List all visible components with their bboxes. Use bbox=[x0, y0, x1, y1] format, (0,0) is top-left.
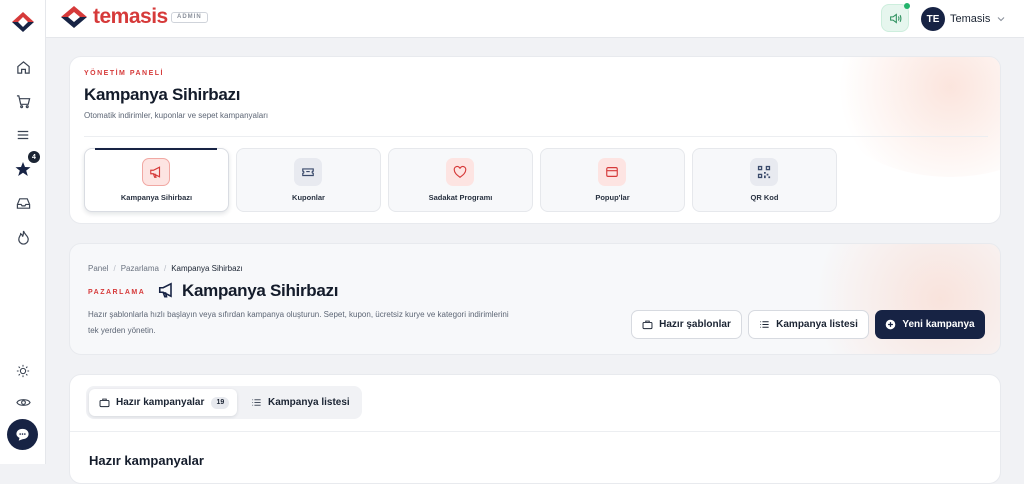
eye-icon[interactable] bbox=[13, 392, 33, 412]
hero-description: tek yerden yönetin. bbox=[88, 326, 156, 335]
tile-label: Kampanya Sihirbazı bbox=[120, 193, 193, 202]
breadcrumb-item[interactable]: Pazarlama bbox=[121, 264, 159, 273]
tile-campaign-wizard[interactable]: Kampanya Sihirbazı bbox=[84, 148, 229, 212]
speaker-icon bbox=[889, 12, 901, 24]
qr-code-icon bbox=[750, 158, 778, 186]
tab-campaign-list[interactable]: Kampanya listesi bbox=[249, 389, 359, 416]
tile-qr-code[interactable]: QR Kod bbox=[692, 148, 837, 212]
megaphone-icon bbox=[142, 158, 170, 186]
hero-description: Hazır şablonlarla hızlı başlayın veya sı… bbox=[88, 310, 509, 319]
breadcrumb-item[interactable]: Panel bbox=[88, 264, 108, 273]
brand-logo[interactable]: temasis bbox=[60, 5, 168, 29]
user-menu[interactable]: TE Temasis bbox=[921, 7, 1006, 31]
chat-icon[interactable] bbox=[7, 419, 38, 450]
sun-icon[interactable] bbox=[13, 361, 33, 381]
tile-loyalty-program[interactable]: Sadakat Programı bbox=[388, 148, 533, 212]
favorites-badge: 4 bbox=[28, 151, 40, 163]
inbox-icon[interactable] bbox=[13, 193, 33, 213]
tile-label: Popup'lar bbox=[595, 193, 630, 202]
heart-icon bbox=[446, 158, 474, 186]
list-icon bbox=[760, 321, 769, 328]
online-status-dot bbox=[904, 3, 910, 9]
flame-icon[interactable] bbox=[13, 227, 33, 247]
page-subtitle: Otomatik indirimler, kuponlar ve sepet k… bbox=[84, 111, 269, 120]
plus-circle-icon bbox=[886, 319, 896, 330]
ticket-icon bbox=[294, 158, 322, 186]
tile-popups[interactable]: Popup'lar bbox=[540, 148, 685, 212]
count-badge: 19 bbox=[211, 396, 230, 409]
campaign-hero-card: Panel / Pazarlama / Kampanya Sihirbazı PAZAR… bbox=[69, 243, 1001, 355]
breadcrumb: Panel / Pazarlama / Kampanya Sihirbazı bbox=[88, 264, 243, 273]
briefcase-icon bbox=[99, 398, 110, 408]
home-icon[interactable] bbox=[13, 57, 33, 77]
breadcrumb-current: Kampanya Sihirbazı bbox=[171, 264, 243, 273]
tile-label: QR Kod bbox=[750, 193, 779, 202]
sidebar: 4 bbox=[0, 0, 46, 464]
tab-ready-campaigns[interactable]: Hazır kampanyalar 19 bbox=[89, 389, 237, 416]
panel-eyebrow: YÖNETİM PANELİ bbox=[84, 70, 164, 77]
tile-label: Sadakat Programı bbox=[428, 193, 493, 202]
brand-name: temasis bbox=[93, 5, 168, 28]
hero-eyebrow: PAZARLAMA bbox=[88, 289, 146, 296]
brand-logo-mark[interactable] bbox=[11, 11, 35, 33]
page-title: Kampanya Sihirbazı bbox=[84, 85, 241, 104]
section-title: Hazır kampanyalar bbox=[89, 453, 204, 468]
new-campaign-button[interactable]: Yeni kampanya bbox=[875, 310, 985, 339]
admin-tag: ADMIN bbox=[171, 12, 208, 23]
user-name: Temasis bbox=[950, 13, 991, 25]
top-bar: temasis ADMIN TE Temasis bbox=[46, 0, 1024, 38]
active-tile-indicator bbox=[95, 148, 217, 150]
chevron-down-icon bbox=[997, 17, 1005, 22]
templates-button[interactable]: Hazır şablonlar bbox=[631, 310, 742, 339]
briefcase-icon bbox=[642, 320, 653, 330]
management-panel-card: YÖNETİM PANELİ Kampanya Sihirbazı Otomat… bbox=[69, 56, 1001, 224]
tile-label: Kuponlar bbox=[292, 193, 325, 202]
cart-icon[interactable] bbox=[13, 91, 33, 111]
megaphone-icon bbox=[158, 282, 172, 298]
menu-icon[interactable] bbox=[13, 125, 33, 145]
popup-icon bbox=[598, 158, 626, 186]
hero-title: Kampanya Sihirbazı bbox=[182, 281, 339, 300]
avatar: TE bbox=[921, 7, 945, 31]
list-icon bbox=[252, 399, 261, 406]
campaign-tabs: Hazır kampanyalar 19 Kampanya listesi bbox=[86, 386, 362, 419]
tile-coupons[interactable]: Kuponlar bbox=[236, 148, 381, 212]
campaign-list-button[interactable]: Kampanya listesi bbox=[748, 310, 869, 339]
campaigns-content-card: Hazır kampanyalar 19 Kampanya listesi Ha… bbox=[69, 374, 1001, 484]
brand-mark-icon bbox=[61, 6, 87, 28]
